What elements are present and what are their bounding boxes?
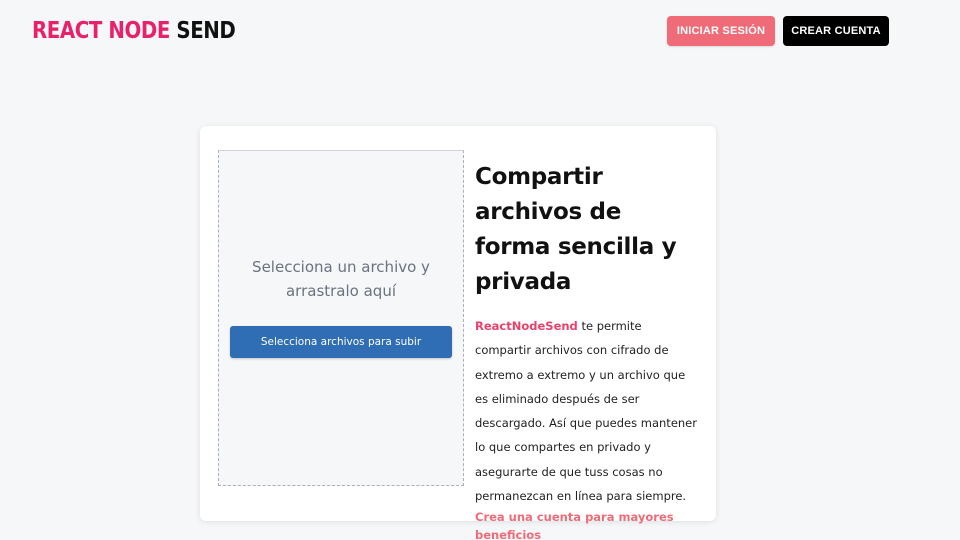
description-body: te permite compartir archivos con cifrad… bbox=[475, 319, 697, 504]
description-text: ReactNodeSend te permite compartir archi… bbox=[475, 314, 697, 508]
brand-name: ReactNodeSend bbox=[475, 319, 578, 333]
logo-text-send: SEND bbox=[176, 18, 236, 44]
info-panel: Compartir archivos de forma sencilla y p… bbox=[475, 160, 703, 540]
site-logo[interactable]: REACT NODE SEND bbox=[32, 17, 236, 45]
site-header: REACT NODE SEND INICIAR SESIÓN CREAR CUE… bbox=[0, 0, 960, 64]
create-account-link[interactable]: Crea una cuenta para mayores beneficios bbox=[475, 508, 703, 540]
page-title: Compartir archivos de forma sencilla y p… bbox=[475, 164, 677, 295]
main-card: Selecciona un archivo y arrastralo aquí … bbox=[200, 126, 716, 540]
login-button[interactable]: INICIAR SESIÓN bbox=[667, 16, 775, 46]
logo-text-react-node: REACT NODE bbox=[32, 18, 170, 44]
file-dropzone[interactable]: Selecciona un archivo y arrastralo aquí … bbox=[218, 150, 464, 486]
select-files-button[interactable]: Selecciona archivos para subir bbox=[230, 326, 452, 358]
create-account-button[interactable]: CREAR CUENTA bbox=[783, 16, 889, 46]
dropzone-instructions: Selecciona un archivo y arrastralo aquí bbox=[252, 258, 430, 300]
